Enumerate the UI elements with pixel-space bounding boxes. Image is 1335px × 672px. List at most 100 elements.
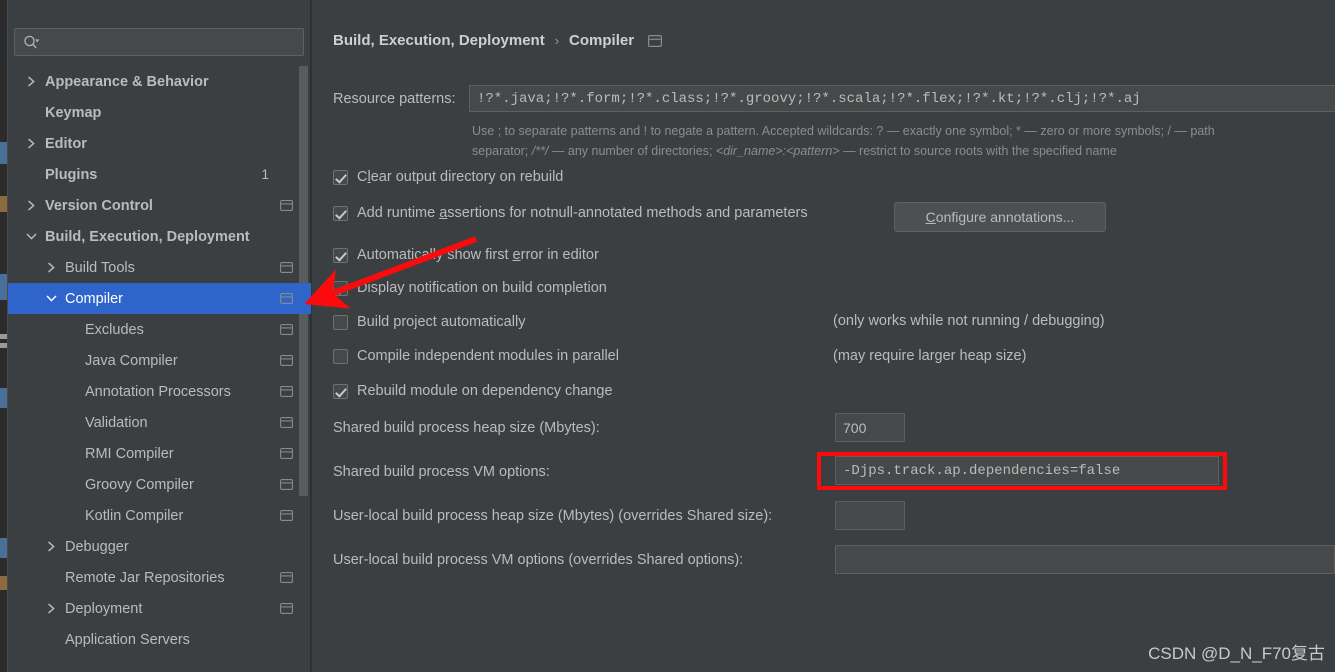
chevron-right-icon[interactable] [24,75,38,89]
sidebar-item-groovy-compiler[interactable]: Groovy Compiler [8,469,311,500]
checkbox-label: Clear output directory on rebuild [357,169,563,185]
parallel-modules-note: (may require larger heap size) [833,348,1027,364]
checkbox-label-pre: Add runtime [357,205,440,221]
sidebar-item-version-control[interactable]: Version Control [8,190,311,221]
checkbox-label-pre: C [357,169,368,185]
breadcrumb-current: Compiler [569,32,635,49]
sidebar-item-application-servers[interactable]: Application Servers [8,624,311,655]
settings-dialog: Appearance & Behavior Keymap Editor Plugins… [0,0,1335,672]
shared-heap-size-input[interactable] [835,413,905,442]
chevron-right-icon[interactable] [44,540,58,554]
checkbox-label-mnemonic: e [512,247,521,263]
module-icon [280,417,293,428]
chevron-right-icon[interactable] [24,199,38,213]
hint-line-1: Use ; to separate patterns and ! to nega… [472,124,1215,138]
checkbox-label: Build project automatically [357,314,525,330]
chevron-right-icon[interactable] [44,261,58,275]
checkbox-label-pre: Display notification on build completion [357,280,607,296]
sidebar-item-kotlin-compiler[interactable]: Kotlin Compiler [8,500,311,531]
hint-line-2-a: separator; [472,144,532,158]
checkbox-row-4[interactable]: Build project automatically [333,314,525,330]
sidebar-item-compiler[interactable]: Compiler [8,283,311,314]
sidebar-item-label: Java Compiler [85,352,178,369]
chevron-down-icon[interactable] [44,292,58,306]
hint-line-2-b: — any number of directories; [548,144,716,158]
sidebar-item-label: Appearance & Behavior [45,73,209,90]
sidebar-item-build-tools[interactable]: Build Tools [8,252,311,283]
sidebar-item-appearance-behavior[interactable]: Appearance & Behavior [8,66,311,97]
search-input[interactable] [44,34,303,50]
search-icon [23,35,40,50]
checkbox-checked-icon[interactable] [333,280,348,296]
sidebar-item-label: Build Tools [65,259,135,276]
sidebar-item-debugger[interactable]: Debugger [8,531,311,562]
sidebar-item-label: Editor [45,135,87,152]
checkbox-label: Automatically show first error in editor [357,247,599,263]
sidebar-item-build-execution-deployment[interactable]: Build, Execution, Deployment [8,221,311,252]
module-icon [280,572,293,583]
sidebar-item-label: Annotation Processors [85,383,231,400]
checkbox-row-5[interactable]: Compile independent modules in parallel [333,348,619,364]
sidebar-item-remote-jar-repositories[interactable]: Remote Jar Repositories [8,562,311,593]
sidebar-item-annotation-processors[interactable]: Annotation Processors [8,376,311,407]
configure-annotations-button[interactable]: Configure annotations... [894,202,1106,232]
sidebar-item-label: Compiler [65,290,124,307]
background-window-edge [0,0,8,672]
checkbox-row-3[interactable]: Display notification on build completion [333,280,607,296]
sidebar-item-label: Version Control [45,197,153,214]
checkbox-label: Add runtime assertions for notnull-annot… [357,205,808,221]
sidebar-item-editor[interactable]: Editor [8,128,311,159]
checkbox-checked-icon[interactable] [333,205,348,221]
breadcrumb: Build, Execution, Deployment › Compiler [333,32,663,49]
sidebar-item-java-compiler[interactable]: Java Compiler [8,345,311,376]
checkbox-unchecked-icon[interactable] [333,348,348,364]
sidebar-item-validation[interactable]: Validation [8,407,311,438]
search-box[interactable] [14,28,304,56]
resource-patterns-hint: Use ; to separate patterns and ! to nega… [472,121,1335,161]
user-local-vm-options-input[interactable] [835,545,1335,574]
sidebar-item-rmi-compiler[interactable]: RMI Compiler [8,438,311,469]
module-icon [280,386,293,397]
checkbox-checked-icon[interactable] [333,383,348,399]
checkbox-unchecked-icon[interactable] [333,314,348,330]
chevron-right-icon[interactable] [24,137,38,151]
checkbox-checked-icon[interactable] [333,169,348,185]
checkbox-row-0[interactable]: Clear output directory on rebuild [333,169,563,185]
resource-patterns-input[interactable] [469,85,1335,112]
user-local-heap-size-input[interactable] [835,501,905,530]
sidebar-item-label: Keymap [45,104,102,121]
breadcrumb-separator: › [554,33,560,48]
sidebar-item-label: Groovy Compiler [85,476,194,493]
sidebar-item-label: Plugins [45,166,98,183]
sidebar-item-label: Debugger [65,538,129,555]
sidebar-item-excludes[interactable]: Excludes [8,314,311,345]
resource-patterns-label: Resource patterns: [333,91,456,107]
sidebar-item-label: Application Servers [65,631,190,648]
shared-vm-options-input[interactable] [835,456,1219,485]
shared-vm-options-label: Shared build process VM options: [333,464,550,480]
sidebar-item-plugins[interactable]: Plugins 1 [8,159,311,190]
checkbox-row-2[interactable]: Automatically show first error in editor [333,247,599,263]
sidebar-item-label: Excludes [85,321,144,338]
checkbox-label-post: ear output directory on rebuild [370,169,564,185]
sidebar-item-label: Remote Jar Repositories [65,569,225,586]
checkbox-label-pre: Build project automatically [357,314,526,330]
breadcrumb-parent[interactable]: Build, Execution, Deployment [333,32,545,49]
settings-sidebar: Appearance & Behavior Keymap Editor Plugins… [8,0,311,672]
sidebar-item-deployment[interactable]: Deployment [8,593,311,624]
sidebar-item-count: 1 [261,167,269,182]
checkbox-checked-icon[interactable] [333,247,348,263]
user-local-heap-size-label: User-local build process heap size (Mbyt… [333,508,773,524]
checkbox-label: Compile independent modules in parallel [357,348,619,364]
chevron-right-icon[interactable] [44,602,58,616]
sidebar-item-keymap[interactable]: Keymap [8,97,311,128]
module-icon [280,262,293,273]
hint-line-2-italic-1: /**/ [531,144,549,158]
chevron-down-icon[interactable] [24,230,38,244]
checkbox-row-1[interactable]: Add runtime assertions for notnull-annot… [333,205,808,221]
checkbox-label-pre: Automatically show first [357,247,513,263]
checkbox-row-6[interactable]: Rebuild module on dependency change [333,383,613,399]
hint-line-2-italic-2: <dir_name>:<pattern> [715,144,840,158]
shared-heap-size-label: Shared build process heap size (Mbytes): [333,420,600,436]
sidebar-item-label: RMI Compiler [85,445,174,462]
